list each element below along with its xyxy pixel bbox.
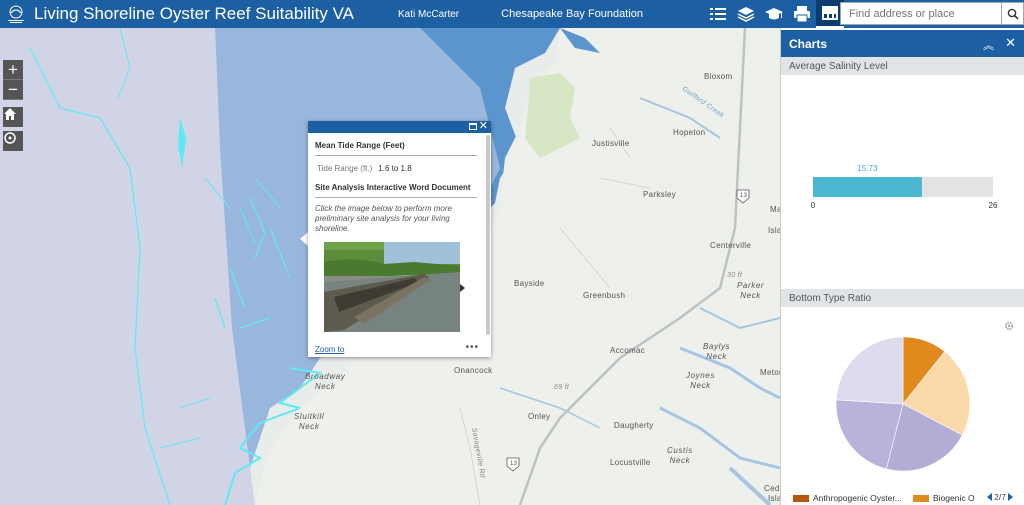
author-name: Kati McCarter	[398, 8, 460, 20]
field-value: 1.6 to 1.8	[378, 164, 412, 173]
site-analysis-image[interactable]	[324, 242, 460, 332]
close-icon[interactable]: ✕	[479, 120, 488, 132]
legend-swatch	[913, 494, 929, 502]
bar-max-label: 26	[989, 201, 998, 210]
road-label: 69 ft	[554, 384, 570, 391]
legend-icon	[710, 8, 726, 20]
place-label: Islan	[768, 226, 780, 235]
zoom-to-link[interactable]: Zoom to	[315, 345, 344, 354]
road-label: 30 ft	[727, 272, 743, 279]
place-label: Custis Neck	[667, 446, 693, 465]
chart-title: Bottom Type Ratio	[781, 289, 1024, 307]
popup-footer: Zoom to •••	[308, 342, 491, 357]
legend-pager: 2/7	[985, 492, 1013, 502]
place-label: Bloxom	[704, 72, 733, 81]
search-box	[840, 2, 1002, 25]
place-label: Bayside	[514, 279, 545, 288]
place-label: Onley	[528, 412, 551, 421]
charts-panel: Charts ︽ ✕ Average Salinity Level 15.73 0…	[780, 28, 1024, 505]
popup-description: Click the image below to perform more pr…	[315, 204, 452, 233]
search-button[interactable]	[1002, 2, 1024, 25]
route-shield-label: 13	[510, 461, 518, 467]
panel-header: Charts ︽ ✕	[781, 28, 1024, 57]
place-label: Greenbush	[583, 291, 626, 300]
layers-icon	[737, 7, 755, 22]
place-label: Parker Neck	[737, 281, 765, 300]
app-title: Living Shoreline Oyster Reef Suitability…	[34, 4, 355, 23]
place-label: Joynes Neck	[686, 371, 715, 390]
route-shield-label: 13	[740, 193, 748, 199]
info-popup: ✕ Mean Tide Range (Feet) Tide Range (ft.…	[308, 120, 491, 357]
charts-widget-icon	[822, 6, 838, 20]
place-label: Locustville	[610, 458, 651, 467]
bar-min-label: 0	[811, 201, 816, 210]
legend-swatch	[793, 494, 809, 502]
next-page-icon[interactable]	[1008, 493, 1013, 501]
salinity-gauge-chart: 15.73 0 26	[811, 164, 998, 210]
home-icon	[4, 108, 16, 120]
learn-button[interactable]	[760, 0, 788, 28]
place-label: Hopeton	[673, 128, 706, 137]
app-header: Living Shoreline Oyster Reef Suitability…	[0, 0, 1024, 28]
more-options-button[interactable]: •••	[465, 342, 479, 353]
maximize-icon[interactable]	[469, 123, 477, 130]
legend-button[interactable]	[704, 0, 732, 28]
place-label: Justisville	[592, 139, 630, 148]
next-feature-icon[interactable]	[460, 284, 465, 292]
bottom-type-section: Bottom Type Ratio	[781, 289, 1024, 307]
popup-header: ✕	[308, 120, 491, 133]
legend-item[interactable]: Biogenic O	[913, 493, 975, 503]
prev-page-icon[interactable]	[987, 493, 993, 501]
close-icon[interactable]: ✕	[1005, 35, 1016, 51]
home-button[interactable]	[3, 107, 23, 127]
app-logo	[4, 2, 28, 26]
place-label: Centerville	[710, 241, 752, 250]
locate-button[interactable]	[3, 131, 23, 151]
place-label: Parksley	[643, 190, 677, 199]
place-label: Baylys Neck	[703, 342, 731, 361]
bottom-type-pie-chart	[835, 336, 971, 472]
place-label: Broadway Neck	[305, 372, 346, 391]
place-label: Ma	[770, 205, 780, 214]
popup-scrollbar[interactable]	[486, 135, 490, 335]
learn-icon	[765, 8, 783, 20]
print-button[interactable]	[788, 0, 816, 28]
panel-title: Charts	[789, 36, 828, 51]
chart-legend: Anthropogenic Oyster... Biogenic O 2/7	[781, 491, 1024, 505]
popup-section-title: Site Analysis Interactive Word Document	[315, 183, 477, 198]
zoom-control: + −	[3, 60, 23, 100]
salinity-section: Average Salinity Level	[781, 57, 1024, 75]
pie-slice[interactable]	[835, 336, 904, 405]
popup-content: Mean Tide Range (Feet) Tide Range (ft.) 1…	[308, 133, 484, 345]
place-label: Isla	[768, 494, 780, 503]
organization-name: Chesapeake Bay Foundation	[501, 8, 644, 20]
place-label: Sluitkill Neck	[294, 412, 325, 431]
print-icon	[794, 6, 810, 23]
search-input[interactable]	[849, 7, 999, 20]
place-label: Daugherty	[614, 421, 654, 430]
popup-section-title: Mean Tide Range (Feet)	[315, 141, 477, 156]
place-label: Metom	[760, 368, 780, 377]
layers-button[interactable]	[732, 0, 760, 28]
tide-range-field: Tide Range (ft.) 1.6 to 1.8	[317, 164, 477, 173]
place-label: Accomac	[610, 346, 645, 355]
zoom-out-button[interactable]: −	[3, 80, 23, 100]
search-icon	[1007, 8, 1019, 20]
header-toolbar	[704, 0, 844, 28]
place-label: Cedar	[764, 484, 780, 493]
place-label: Onancock	[454, 366, 493, 375]
page-indicator: 2/7	[994, 492, 1006, 502]
bar-value[interactable]	[813, 177, 922, 197]
legend-label: Biogenic O	[933, 493, 975, 503]
popup-pointer	[300, 232, 308, 246]
chart-title: Average Salinity Level	[781, 57, 1024, 75]
field-label: Tide Range (ft.)	[317, 164, 373, 173]
locate-icon	[4, 132, 16, 144]
collapse-icon[interactable]: ︽	[983, 37, 994, 53]
legend-item[interactable]: Anthropogenic Oyster...	[793, 493, 902, 503]
legend-label: Anthropogenic Oyster...	[813, 493, 902, 503]
bar-data-label: 15.73	[857, 164, 878, 173]
zoom-in-button[interactable]: +	[3, 60, 23, 80]
